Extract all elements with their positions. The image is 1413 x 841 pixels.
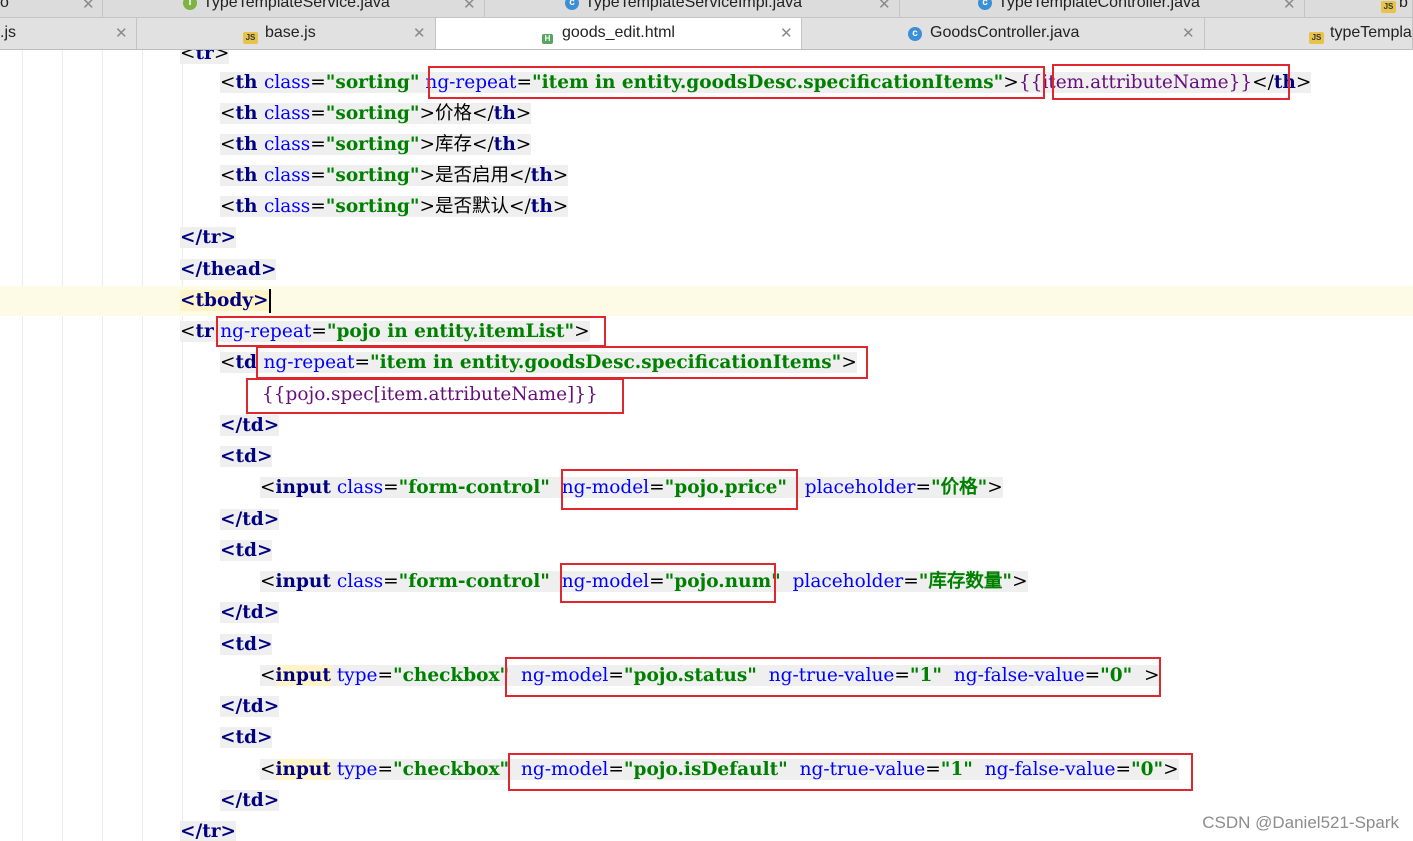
class-icon: c [565,0,579,10]
editor-tab-bar-bottom: .js ✕ JS base.js ✕ H goods_edit.html ✕ c… [0,18,1413,50]
code-line: <td> [220,634,273,655]
annotation-box [246,378,624,414]
close-icon[interactable]: ✕ [413,24,426,42]
close-icon[interactable]: ✕ [1182,24,1195,42]
close-icon[interactable]: ✕ [82,0,95,13]
tab-label: TypeTemplateService.java [203,0,390,11]
html-file-icon: H [542,34,553,44]
class-icon: c [978,0,992,10]
code-line: <tr> [180,50,230,68]
tab-typetemplateservice[interactable]: I TypeTemplateService.java ✕ [103,0,485,17]
tab-partial-left[interactable]: o ✕ [0,0,103,17]
tab-label: TypeTemplateServiceImpl.java [585,0,802,11]
code-line: </td> [220,696,280,717]
tab-typetemplate-js[interactable]: JS typeTempla [1205,18,1413,49]
tab-base-js[interactable]: JS base.js ✕ [137,18,436,49]
annotation-box [216,316,606,347]
tab-label: .js [0,24,16,41]
annotation-box [505,657,1161,697]
code-line: </thead> [180,259,277,280]
indent-guide [182,50,183,841]
indent-guide [102,50,103,841]
code-line: </tr> [180,227,237,248]
indent-guide [142,50,143,841]
interface-icon: I [183,0,197,10]
code-line: <th class="sorting">是否启用</th> [220,165,569,186]
code-line: <th class="sorting">是否默认</th> [220,196,569,217]
annotation-box [560,563,776,603]
annotation-box [561,469,798,510]
code-line: <td> [220,446,273,467]
tab-typetemplatecontroller[interactable]: c TypeTemplateController.java ✕ [900,0,1305,17]
code-line: </td> [220,415,280,436]
watermark: CSDN @Daniel521-Spark [1202,813,1399,832]
annotation-box [428,66,1045,99]
code-line: <th class="sorting">价格</th> [220,103,532,124]
tab-label: o [0,0,9,11]
text-caret [268,289,271,313]
tab-partial-right[interactable]: JS b [1305,0,1413,17]
tab-label: b [1399,0,1408,11]
js-file-icon: JS [243,32,258,44]
tab-partial-js[interactable]: .js ✕ [0,18,137,49]
tab-label: GoodsController.java [930,24,1080,41]
indent-guide [62,50,63,841]
js-file-icon: JS [1381,1,1396,13]
close-icon[interactable]: ✕ [1283,0,1296,13]
js-file-icon: JS [1309,32,1324,44]
close-icon[interactable]: ✕ [463,0,476,13]
code-line: <td> [220,727,273,748]
close-icon[interactable]: ✕ [780,24,793,42]
tab-typetemplateserviceimpl[interactable]: c TypeTemplateServiceImpl.java ✕ [485,0,900,17]
tab-goods-edit-html[interactable]: H goods_edit.html ✕ [436,18,802,49]
tab-label: base.js [265,24,316,41]
tab-label: typeTempla [1330,24,1412,41]
indent-guide [22,50,23,841]
code-editor[interactable]: <tr> <th class="sorting" ng-repeat="item… [0,50,1413,841]
code-line: </td> [220,509,280,530]
code-line-current: <tbody> [180,289,271,313]
code-line: </tr> [180,821,237,841]
tab-label: goods_edit.html [562,24,675,41]
close-icon[interactable]: ✕ [878,0,891,13]
tab-goodscontroller[interactable]: c GoodsController.java ✕ [802,18,1205,49]
close-icon[interactable]: ✕ [115,24,128,42]
annotation-box [1052,64,1290,100]
class-icon: c [908,27,922,41]
annotation-box [508,753,1193,791]
editor-tab-bar-top: o ✕ I TypeTemplateService.java ✕ c TypeT… [0,0,1413,18]
code-line: </td> [220,602,280,623]
code-line: </td> [220,790,280,811]
tab-label: TypeTemplateController.java [998,0,1200,11]
code-line: <th class="sorting">库存</th> [220,134,532,155]
annotation-box [256,346,868,379]
code-line: <td> [220,540,273,561]
